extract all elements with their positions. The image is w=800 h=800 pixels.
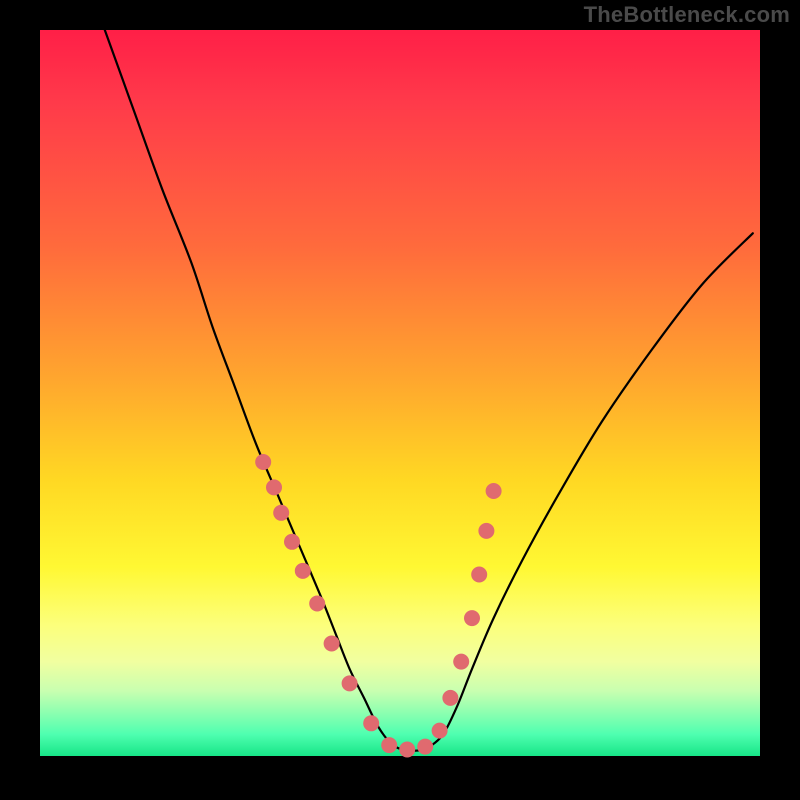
highlight-point bbox=[309, 596, 325, 612]
highlight-point bbox=[417, 739, 433, 755]
highlight-point bbox=[324, 636, 340, 652]
highlight-point bbox=[432, 723, 448, 739]
highlight-point bbox=[363, 715, 379, 731]
highlight-point bbox=[255, 454, 271, 470]
highlight-points bbox=[255, 454, 501, 758]
highlight-point bbox=[478, 523, 494, 539]
highlight-point bbox=[273, 505, 289, 521]
highlight-point bbox=[471, 567, 487, 583]
watermark-text: TheBottleneck.com bbox=[584, 2, 790, 28]
highlight-point bbox=[442, 690, 458, 706]
bottleneck-curve bbox=[105, 30, 753, 751]
highlight-point bbox=[284, 534, 300, 550]
highlight-point bbox=[453, 654, 469, 670]
highlight-point bbox=[381, 737, 397, 753]
chart-frame: TheBottleneck.com bbox=[0, 0, 800, 800]
highlight-point bbox=[486, 483, 502, 499]
highlight-point bbox=[464, 610, 480, 626]
highlight-point bbox=[399, 742, 415, 758]
highlight-point bbox=[266, 479, 282, 495]
curve-layer bbox=[40, 30, 760, 756]
highlight-point bbox=[342, 675, 358, 691]
highlight-point bbox=[295, 563, 311, 579]
